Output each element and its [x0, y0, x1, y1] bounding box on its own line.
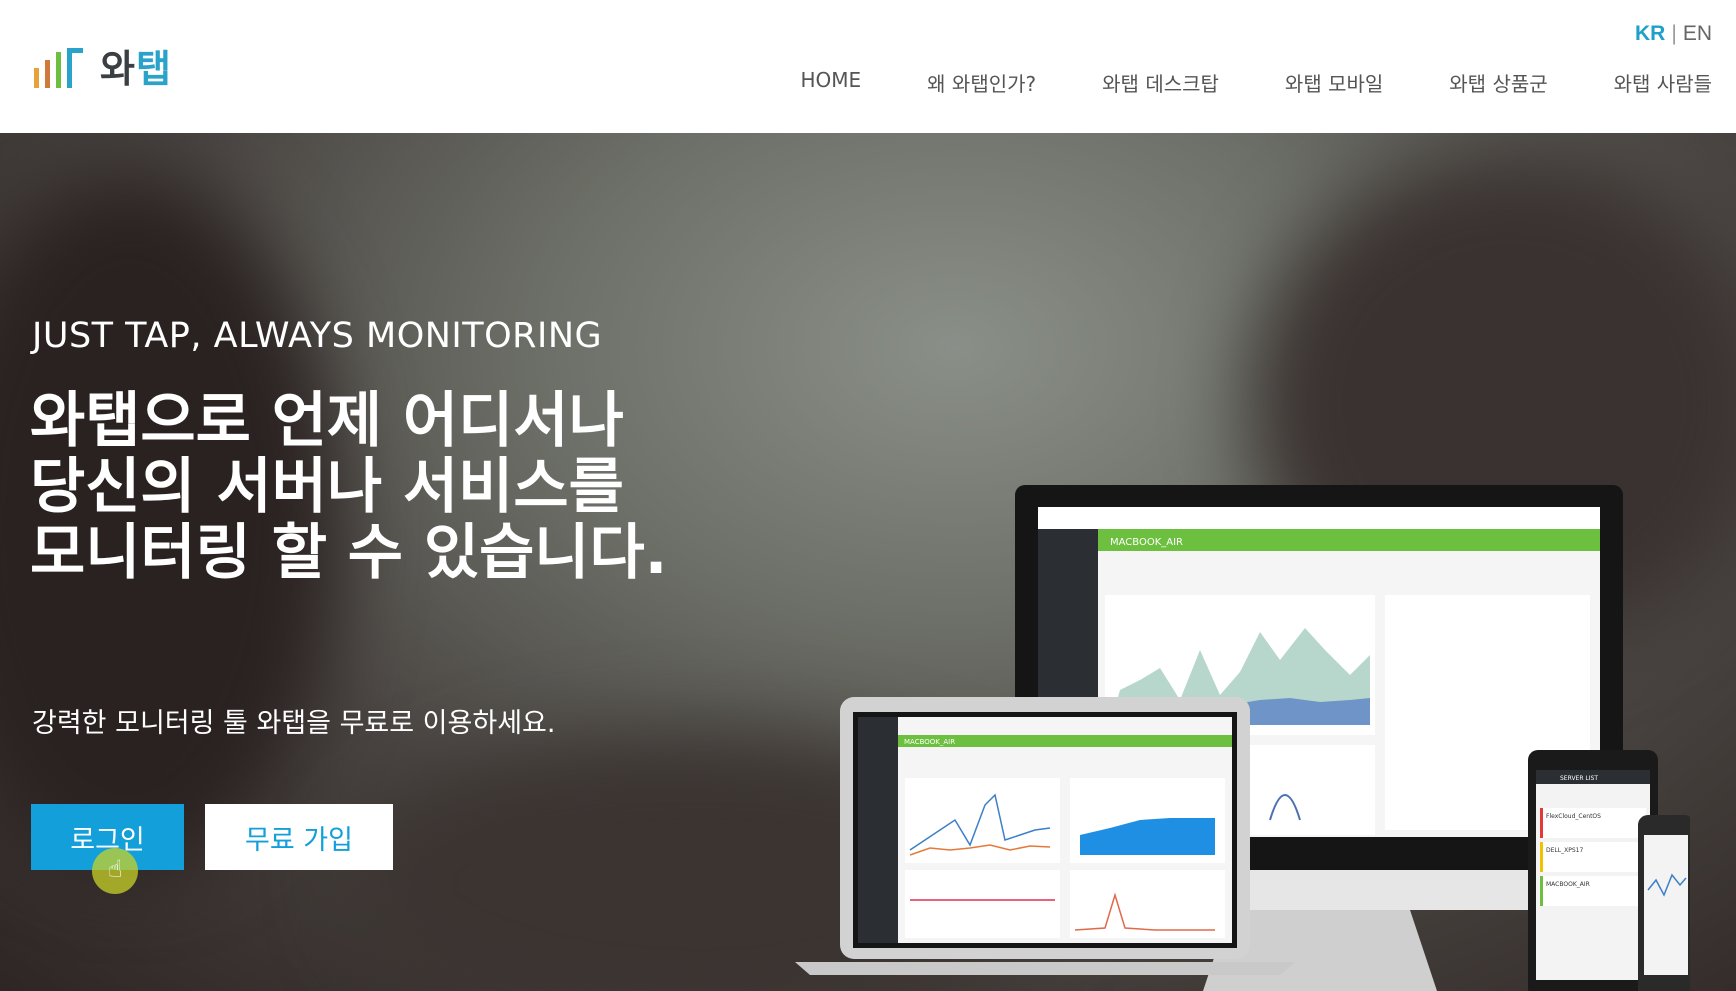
main-nav: HOME 왜 와탭인가? 와탭 데스크탑 와탭 모바일 와탭 상품군 와탭 사람… [734, 68, 1712, 97]
lang-kr-link[interactable]: KR [1635, 22, 1665, 45]
nav-item-products[interactable]: 와탭 상품군 [1449, 68, 1547, 97]
nav-item-why[interactable]: 왜 와탭인가? [927, 68, 1036, 97]
logo-wordmark: 와탭 [100, 48, 172, 90]
nav-item-people[interactable]: 와탭 사람들 [1614, 68, 1712, 97]
language-switcher: KR | EN [1635, 22, 1712, 46]
logo-wordmark-prefix: 와 [100, 47, 136, 91]
laptop-title: MACBOOK_AIR [904, 738, 955, 746]
monitor-title: MACBOOK_AIR [1110, 537, 1183, 548]
laptop: MACBOOK_AIR [795, 697, 1295, 975]
hero-subtitle: 강력한 모니터링 툴 와탭을 무료로 이용하세요. [32, 708, 556, 739]
hero-tagline: JUST TAP, ALWAYS MONITORING [32, 316, 603, 356]
lang-en-link[interactable]: EN [1683, 22, 1712, 45]
header: 와탭 KR | EN HOME 왜 와탭인가? 와탭 데스크탑 와탭 모바일 와탭 … [0, 0, 1736, 133]
logo-bars-icon [34, 48, 83, 88]
hero-title-line-3: 모니터링 할 수 있습니다. [30, 518, 668, 588]
device-mockups: MACBOOK_AIR MACBOOK_AIR SERVER LIST Flex… [795, 485, 1690, 991]
lang-separator: | [1671, 22, 1677, 45]
nav-item-mobile[interactable]: 와탭 모바일 [1285, 68, 1383, 97]
signup-button[interactable]: 무료 가입 [205, 804, 393, 870]
nav-item-desktop[interactable]: 와탭 데스크탑 [1102, 68, 1219, 97]
hand-cursor-icon: ☝ [108, 855, 123, 883]
hero-section: JUST TAP, ALWAYS MONITORING 와탭으로 언제 어디서나… [0, 133, 1736, 991]
phone [1638, 815, 1690, 991]
nav-item-home[interactable]: HOME [800, 68, 861, 97]
tablet-server-3: MACBOOK_AIR [1546, 881, 1590, 888]
tablet-server-1: FlexCloud_CentOS [1546, 813, 1601, 820]
tablet-header: SERVER LIST [1560, 775, 1598, 782]
logo-wordmark-accent: 탭 [135, 47, 172, 91]
hero-title: 와탭으로 언제 어디서나 당신의 서버나 서비스를 모니터링 할 수 있습니다. [30, 388, 750, 586]
tablet-server-2: DELL_XPS17 [1546, 847, 1583, 854]
hero-title-line-1: 와탭으로 언제 어디서나 [30, 386, 624, 456]
logo[interactable]: 와탭 [34, 44, 172, 90]
hero-title-line-2: 당신의 서버나 서비스를 [30, 452, 624, 522]
